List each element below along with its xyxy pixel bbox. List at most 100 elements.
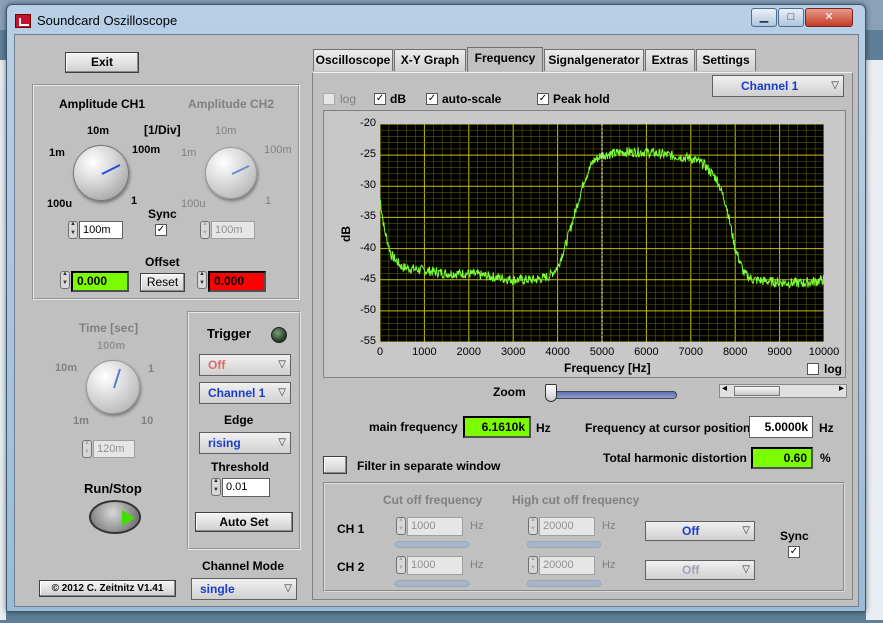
offset-ch1-field[interactable]: 0.000 <box>71 271 129 292</box>
ch2-high-slider[interactable] <box>527 580 601 587</box>
autoscale-checkbox[interactable]: ✓ <box>426 93 438 105</box>
filter-ch2-mode-select[interactable]: Off ▽ <box>645 560 755 580</box>
chevron-down-icon: ▽ <box>278 359 286 370</box>
spectrum-plot-svg <box>379 123 825 343</box>
tab-signalgenerator[interactable]: Signalgenerator <box>544 49 644 71</box>
minimize-button[interactable]: ▁ <box>751 8 777 27</box>
ch2-high-spinner[interactable] <box>528 556 538 574</box>
offset-ch2-field[interactable]: 0.000 <box>208 271 266 292</box>
channel-mode-select[interactable]: single ▽ <box>191 578 297 600</box>
ch1-scale-10m: 10m <box>87 125 110 137</box>
offset-label: Offset <box>145 255 180 269</box>
x-scrollbar-thumb[interactable] <box>734 386 780 396</box>
ch1-low-slider[interactable] <box>395 541 469 548</box>
time-field[interactable]: 120m <box>93 440 135 458</box>
amplitude-ch1-spinner[interactable] <box>68 221 78 239</box>
ch1-knob-pointer <box>101 164 121 175</box>
ch2-low-unit: Hz <box>470 559 484 571</box>
time-scale-100m: 100m <box>97 340 126 352</box>
chevron-down-icon: ▽ <box>831 80 839 91</box>
per-div-label: [1/Div] <box>144 123 181 137</box>
ch2-low-field[interactable]: 1000 <box>407 556 463 575</box>
offset-ch1-spinner[interactable] <box>60 271 70 289</box>
close-icon: ✕ <box>824 11 834 23</box>
title-bar: Soundcard Oszilloscope ▁ □ ✕ <box>7 5 865 35</box>
thd-value: 0.60 <box>751 447 813 469</box>
y-tick-label: -50 <box>360 303 376 316</box>
main-frequency-label: main frequency <box>369 420 458 434</box>
ch1-high-field[interactable]: 20000 <box>539 517 595 536</box>
zoom-slider-track[interactable] <box>545 391 677 399</box>
ch2-low-spinner[interactable] <box>396 556 406 574</box>
x-tick-label: 9000 <box>767 346 792 358</box>
y-tick-label: -40 <box>360 241 376 254</box>
ch2-scale-100u: 100u <box>181 198 206 210</box>
run-stop-label: Run/Stop <box>84 481 142 496</box>
x-tick-label: 7000 <box>678 346 704 358</box>
main-frequency-value: 6.1610k <box>463 416 531 438</box>
tab-extras[interactable]: Extras <box>645 49 695 71</box>
x-scrollbar[interactable]: ◂ ▸ <box>719 383 847 398</box>
tab-xy-graph[interactable]: X-Y Graph <box>394 49 466 71</box>
ch2-high-field[interactable]: 20000 <box>539 556 595 575</box>
scroll-left-icon[interactable]: ◂ <box>722 383 727 394</box>
maximize-icon: □ <box>787 11 795 23</box>
db-label: dB <box>390 92 406 106</box>
peak-hold-checkbox[interactable]: ✓ <box>537 93 549 105</box>
ch1-low-spinner[interactable] <box>396 517 406 535</box>
amplitude-ch2-spinner[interactable] <box>200 221 210 239</box>
trigger-label: Trigger <box>207 326 252 341</box>
log-y-checkbox[interactable] <box>323 93 335 105</box>
scroll-right-icon[interactable]: ▸ <box>839 383 844 394</box>
auto-set-button[interactable]: Auto Set <box>195 512 293 532</box>
tab-oscilloscope[interactable]: Oscilloscope <box>313 49 393 71</box>
db-checkbox[interactable]: ✓ <box>374 93 386 105</box>
close-button[interactable]: ✕ <box>805 8 853 27</box>
filter-window-label: Filter in separate window <box>357 459 501 473</box>
threshold-spinner[interactable] <box>211 478 221 496</box>
edge-select[interactable]: rising ▽ <box>199 432 291 454</box>
time-scale-1m: 1m <box>73 415 89 427</box>
time-spinner[interactable] <box>82 440 92 458</box>
log-x-label: log <box>824 362 842 376</box>
spectrum-graph[interactable]: dB Frequency [Hz] log -20 -25 -30 -35 -40 -45… <box>323 110 846 378</box>
spectrum-channel-select[interactable]: Channel 1 ▽ <box>712 75 844 97</box>
amplitude-ch2-field[interactable]: 100m <box>211 221 255 239</box>
x-tick-label: 1000 <box>412 346 437 358</box>
filter-ch1-mode-select[interactable]: Off ▽ <box>645 521 755 541</box>
offset-ch2-spinner[interactable] <box>197 271 207 289</box>
threshold-field[interactable]: 0.01 <box>222 478 270 497</box>
tab-frequency[interactable]: Frequency <box>467 47 543 72</box>
ch1-low-field[interactable]: 1000 <box>407 517 463 536</box>
filter-sync-checkbox[interactable]: ✓ <box>788 546 800 558</box>
plot-area[interactable] <box>379 123 825 343</box>
cursor-frequency-value[interactable]: 5.0000k <box>749 416 813 438</box>
amplitude-ch1-field[interactable]: 100m <box>79 221 123 239</box>
time-knob[interactable] <box>86 360 140 414</box>
window-title: Soundcard Oszilloscope <box>37 13 178 28</box>
ch1-scale-100m: 100m <box>132 144 161 156</box>
offset-reset-button[interactable]: Reset <box>140 273 185 292</box>
y-tick-label: -20 <box>360 117 376 129</box>
ch1-high-slider[interactable] <box>527 541 601 548</box>
amplitude-ch2-knob[interactable] <box>205 147 257 199</box>
trigger-channel-value: Channel 1 <box>208 386 266 400</box>
trigger-channel-select[interactable]: Channel 1 ▽ <box>199 382 291 404</box>
zoom-slider-thumb[interactable] <box>545 384 557 402</box>
edge-label: Edge <box>224 413 254 427</box>
ch1-high-spinner[interactable] <box>528 517 538 535</box>
sync-checkbox[interactable]: ✓ <box>155 224 167 236</box>
maximize-button[interactable]: □ <box>778 8 804 27</box>
run-stop-button[interactable] <box>89 500 141 534</box>
time-label: Time [sec] <box>79 321 139 335</box>
tab-settings[interactable]: Settings <box>696 49 756 71</box>
trigger-mode-select[interactable]: Off ▽ <box>199 354 291 376</box>
amplitude-ch1-knob[interactable] <box>73 145 129 201</box>
log-x-checkbox[interactable] <box>807 363 819 375</box>
chevron-down-icon: ▽ <box>278 387 286 398</box>
ch2-low-slider[interactable] <box>395 580 469 587</box>
check-icon: ✓ <box>538 93 548 104</box>
x-tick-label: 0 <box>376 346 384 358</box>
exit-button[interactable]: Exit <box>65 52 139 73</box>
filter-window-button[interactable] <box>323 456 347 474</box>
